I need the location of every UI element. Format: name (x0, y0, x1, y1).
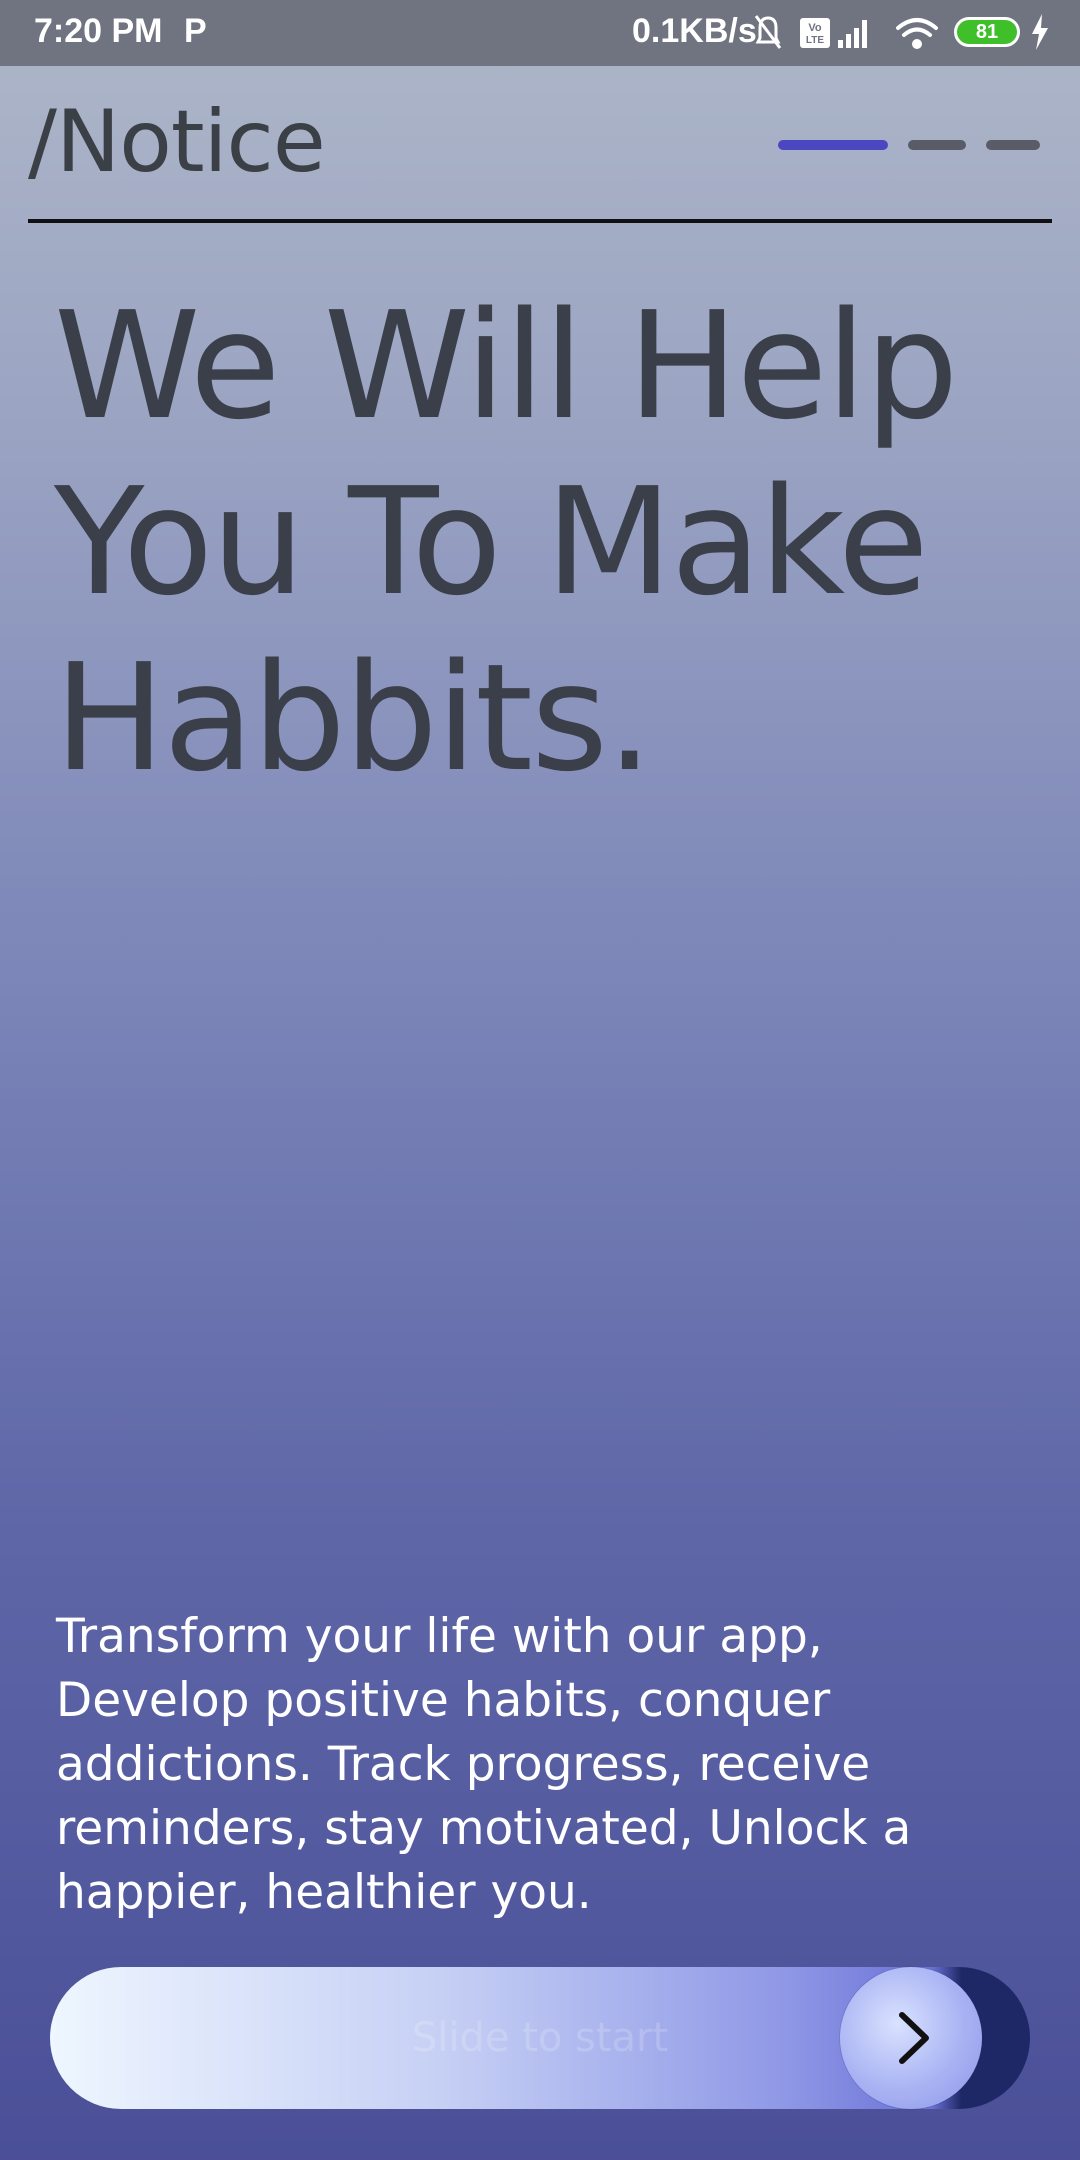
svg-text:LTE: LTE (806, 35, 824, 46)
page-title: /Notice (28, 92, 326, 192)
chevron-right-icon (899, 2012, 929, 2064)
page-indicator-dot (986, 140, 1040, 150)
status-time: 7:20 PM (34, 12, 163, 50)
description-line: happier, healthier you. (56, 1865, 592, 1920)
description-line: Transform your life with our app, (56, 1609, 823, 1664)
headline-line: We Will Help (54, 280, 959, 452)
status-bar: 7:20 PM P 0.1KB/s Vo LTE 81 (0, 0, 1080, 66)
hero-headline: We Will Help You To Make Habbits. (54, 278, 1034, 806)
slide-to-start-button[interactable] (840, 1967, 982, 2109)
network-speed: 0.1KB/s (632, 12, 757, 50)
page-indicator-active (778, 140, 888, 150)
headline-line: Habbits. (54, 632, 653, 804)
svg-text:Vo: Vo (808, 22, 822, 34)
volte-icon: Vo LTE (800, 18, 830, 48)
description-line: addictions. Track progress, receive (56, 1737, 871, 1792)
wifi-icon (896, 18, 938, 49)
description-text: Transform your life with our app, Develo… (56, 1605, 1036, 1925)
page-indicator-dot (908, 140, 966, 150)
app-indicator-icon: P (184, 12, 207, 50)
signal-icon (838, 20, 867, 48)
status-icons: Vo LTE (754, 15, 938, 49)
charging-icon (1032, 14, 1048, 50)
description-line: Develop positive habits, conquer (56, 1673, 831, 1728)
battery-icon: 81 (954, 17, 1020, 47)
header-divider (28, 219, 1052, 223)
headline-line: You To Make (54, 456, 929, 628)
description-line: reminders, stay motivated, Unlock a (56, 1801, 912, 1856)
bell-muted-icon (754, 15, 782, 49)
